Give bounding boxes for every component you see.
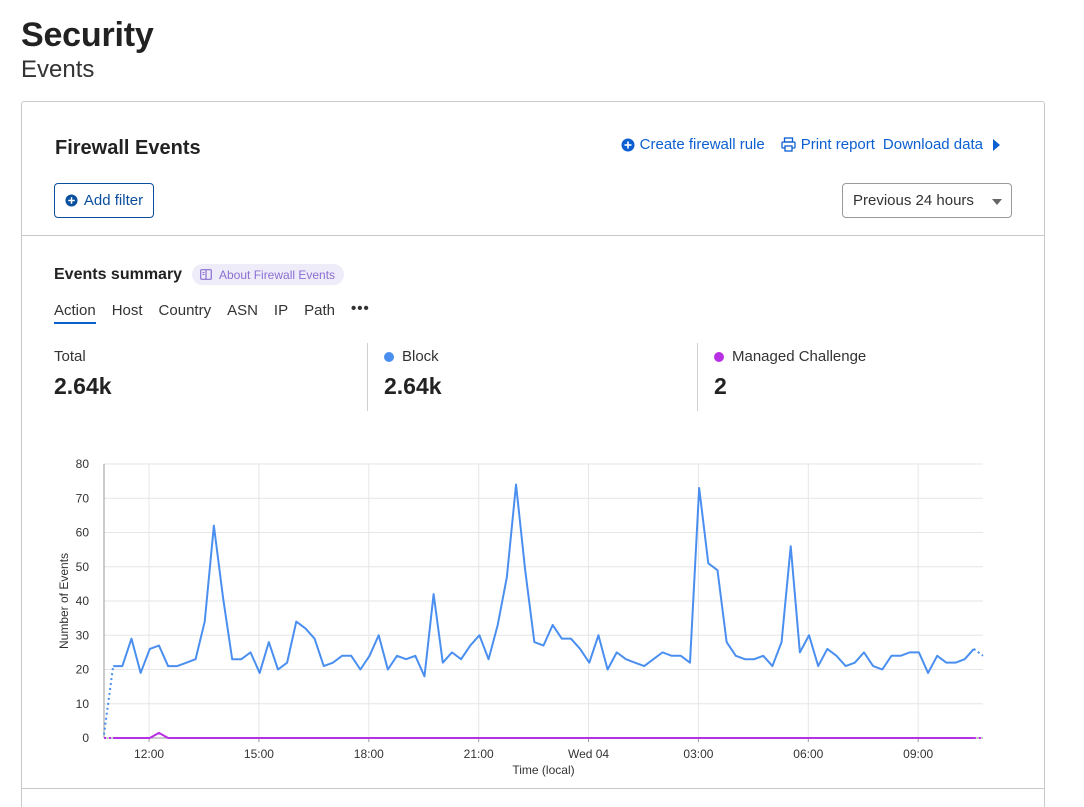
y-tick-label: 10	[76, 697, 90, 711]
x-tick-label: 12:00	[134, 747, 164, 761]
y-tick-label: 0	[82, 731, 89, 745]
y-tick-label: 30	[76, 628, 90, 642]
page-subtitle: Events	[21, 56, 95, 83]
events-line-chart: 0 10 20 30 40 50 60 70 80 12:00 15:00 18:00 21:00 Wed…	[57, 457, 984, 777]
y-tick-label: 80	[76, 457, 90, 471]
x-tick-label: 09:00	[903, 747, 933, 761]
series-block-line	[113, 483, 975, 678]
x-axis-label: Time (local)	[512, 763, 574, 777]
x-tick-label: 21:00	[464, 747, 494, 761]
y-tick-label: 50	[76, 560, 90, 574]
series-block-leadin	[103, 665, 115, 735]
y-tick-label: 20	[76, 663, 90, 677]
series-block-leadout	[973, 648, 984, 657]
x-tick-label: 06:00	[793, 747, 823, 761]
x-tick-label: 03:00	[683, 747, 713, 761]
y-tick-label: 40	[76, 594, 90, 608]
section-divider	[22, 788, 1044, 789]
page-title: Security	[21, 16, 154, 54]
firewall-events-card: Firewall Events Create firewall rule Pri…	[21, 101, 1045, 807]
y-axis-label: Number of Events	[57, 553, 71, 649]
x-tick-label: Wed 04	[568, 747, 609, 761]
y-tick-label: 70	[76, 491, 90, 505]
series-managed-challenge-line	[113, 731, 974, 739]
x-tick-label: 15:00	[244, 747, 274, 761]
y-tick-label: 60	[76, 526, 90, 540]
x-tick-label: 18:00	[354, 747, 384, 761]
